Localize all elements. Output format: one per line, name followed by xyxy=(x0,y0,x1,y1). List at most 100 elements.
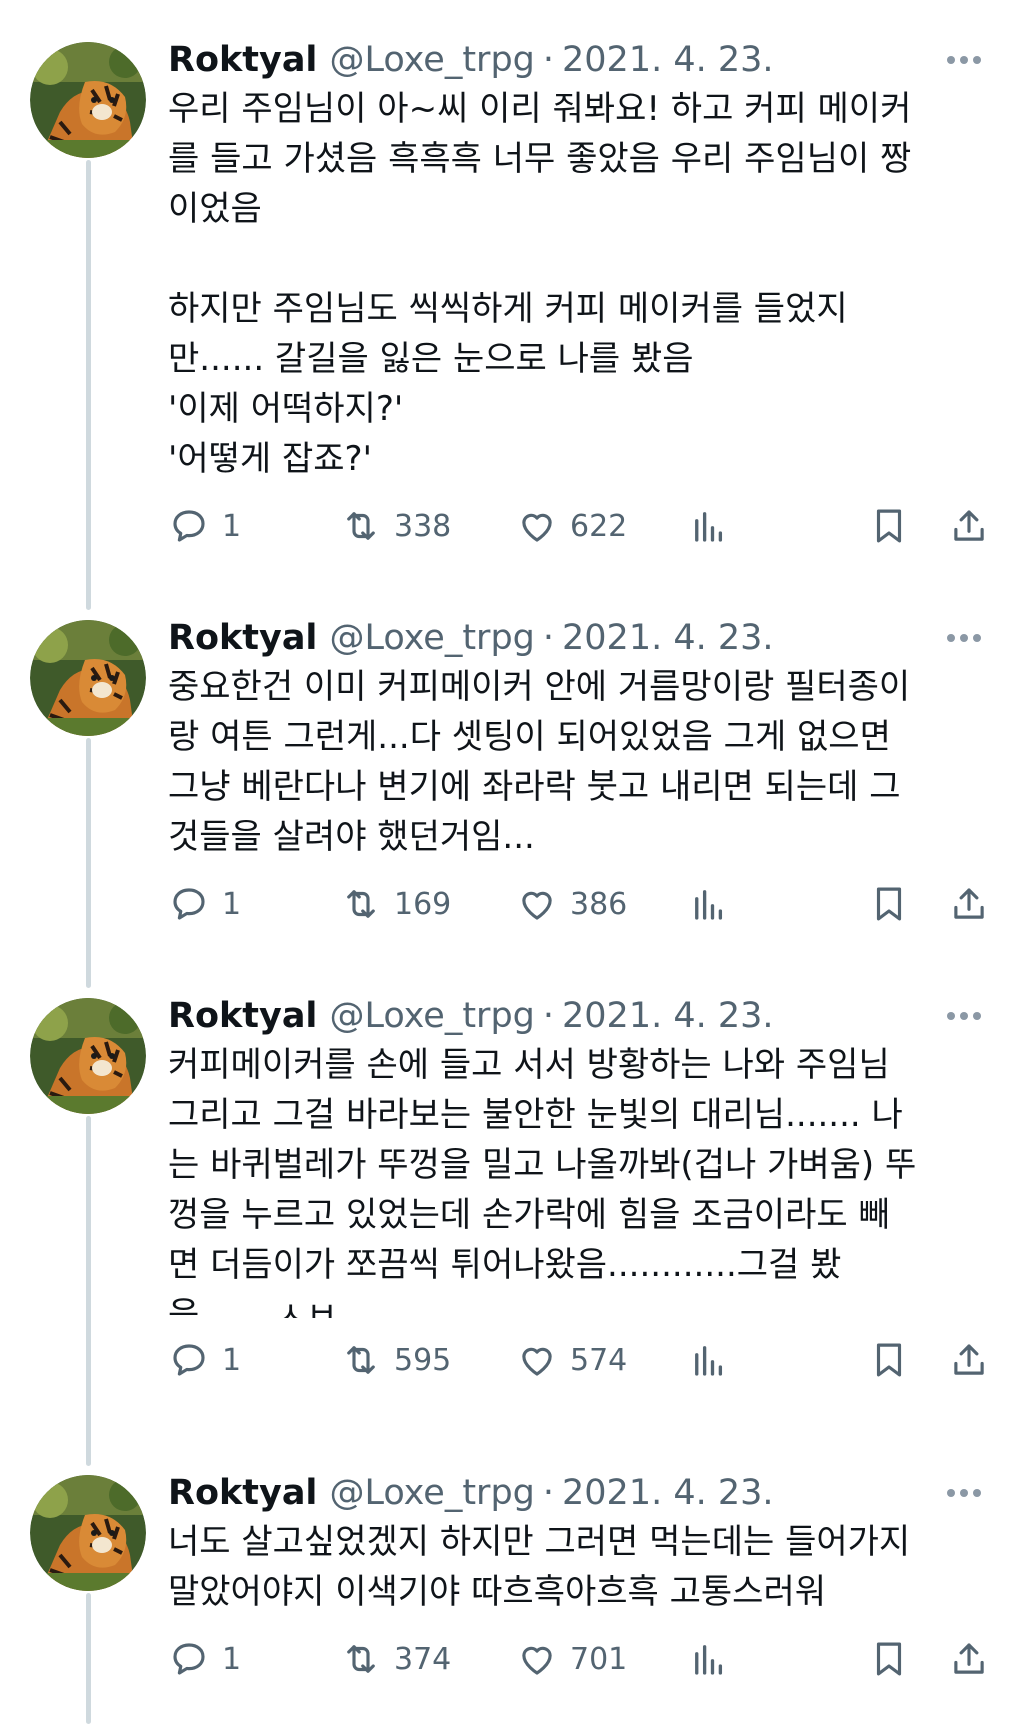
separator-dot: · xyxy=(542,618,555,658)
bookmark-button[interactable] xyxy=(868,498,910,554)
views-icon xyxy=(695,1645,723,1675)
author-name[interactable]: Roktyal xyxy=(168,36,317,84)
bookmark-icon xyxy=(876,1343,902,1377)
retweet-count: 374 xyxy=(394,1641,452,1677)
like-button[interactable]: 574 xyxy=(516,1332,627,1388)
tweet-text: 커피메이커를 손에 들고 서서 방황하는 나와 주임님 그리고 그걸 바라보는 … xyxy=(168,1040,988,1318)
reply-icon xyxy=(173,510,205,542)
avatar[interactable] xyxy=(30,42,146,158)
separator-dot: · xyxy=(542,996,555,1036)
reply-icon xyxy=(173,1643,205,1675)
retweet-count: 169 xyxy=(394,886,452,922)
tweet-date[interactable]: 2021. 4. 23. xyxy=(562,992,774,1040)
tweet-actions: 1 338 622 xyxy=(168,498,988,554)
thread-connector-line xyxy=(86,1116,91,1466)
share-icon xyxy=(954,888,984,919)
tweet-text: 중요한건 이미 커피메이커 안에 거름망이랑 필터종이 랑 여튼 그런게...다… xyxy=(168,667,911,857)
tweet-header: Roktyal @Loxe_trpg · 2021. 4. 23. xyxy=(168,36,988,84)
bookmark-button[interactable] xyxy=(868,1332,910,1388)
tweet-date[interactable]: 2021. 4. 23. xyxy=(562,1469,774,1517)
author-handle[interactable]: @Loxe_trpg xyxy=(329,1469,534,1517)
retweet-icon xyxy=(347,1346,375,1374)
views-button[interactable] xyxy=(688,1631,730,1687)
reply-button[interactable]: 1 xyxy=(168,1631,241,1687)
share-button[interactable] xyxy=(948,498,990,554)
like-count: 701 xyxy=(570,1641,628,1677)
views-button[interactable] xyxy=(688,498,730,554)
tweet-text-visible: 커피메이커를 손에 들고 서서 방황하는 나와 주임님 그리고 그걸 바라보는 … xyxy=(168,1045,917,1285)
views-button[interactable] xyxy=(688,1332,730,1388)
heart-icon xyxy=(522,1347,552,1376)
tweet-header: Roktyal @Loxe_trpg · 2021. 4. 23. xyxy=(168,992,988,1040)
avatar[interactable] xyxy=(30,620,146,736)
thread-connector-line xyxy=(86,1593,91,1724)
tweet-text: 너도 살고싶었겠지 하지만 그러면 먹는데는 들어가지 말았어야지 이색기야 따… xyxy=(168,1522,911,1612)
tweet-text: 우리 주임님이 아~씨 이리 줘봐요! 하고 커피 메이커 를 들고 가셨음 흑… xyxy=(168,89,912,479)
avatar[interactable] xyxy=(30,998,146,1114)
like-button[interactable]: 386 xyxy=(516,876,627,932)
like-count: 574 xyxy=(570,1342,628,1378)
like-button[interactable]: 701 xyxy=(516,1631,627,1687)
tweet-actions: 1 595 574 xyxy=(168,1332,988,1388)
tweet-thread: Roktyal @Loxe_trpg · 2021. 4. 23. 우리 주임님… xyxy=(0,0,1024,1724)
heart-icon xyxy=(522,1646,552,1675)
bookmark-icon xyxy=(876,1642,902,1676)
tweet-date[interactable]: 2021. 4. 23. xyxy=(562,614,774,662)
share-button[interactable] xyxy=(948,1332,990,1388)
share-icon xyxy=(954,1643,984,1674)
tweet-header: Roktyal @Loxe_trpg · 2021. 4. 23. xyxy=(168,1469,988,1517)
retweet-button[interactable]: 169 xyxy=(340,876,451,932)
retweet-button[interactable]: 338 xyxy=(340,498,451,554)
tweet-date[interactable]: 2021. 4. 23. xyxy=(562,36,774,84)
reply-count: 1 xyxy=(222,1342,242,1378)
share-icon xyxy=(954,1344,984,1375)
share-icon xyxy=(954,510,984,541)
heart-icon xyxy=(522,513,552,542)
bookmark-icon xyxy=(876,509,902,543)
author-handle[interactable]: @Loxe_trpg xyxy=(329,614,534,662)
reply-count: 1 xyxy=(222,508,242,544)
more-dots-icon[interactable] xyxy=(944,1002,984,1030)
reply-icon xyxy=(173,1344,205,1376)
retweet-count: 595 xyxy=(394,1342,452,1378)
reply-count: 1 xyxy=(222,886,242,922)
bookmark-button[interactable] xyxy=(868,1631,910,1687)
separator-dot: · xyxy=(542,1473,555,1513)
tweet-actions: 1 374 701 xyxy=(168,1631,988,1687)
author-name[interactable]: Roktyal xyxy=(168,992,317,1040)
author-handle[interactable]: @Loxe_trpg xyxy=(329,36,534,84)
views-icon xyxy=(695,1346,723,1376)
thread-connector-line xyxy=(86,738,91,988)
views-button[interactable] xyxy=(688,876,730,932)
author-name[interactable]: Roktyal xyxy=(168,614,317,662)
author-name[interactable]: Roktyal xyxy=(168,1469,317,1517)
thread-connector-line xyxy=(86,160,91,610)
retweet-icon xyxy=(347,890,375,918)
author-handle[interactable]: @Loxe_trpg xyxy=(329,992,534,1040)
retweet-button[interactable]: 595 xyxy=(340,1332,451,1388)
bookmark-button[interactable] xyxy=(868,876,910,932)
reply-button[interactable]: 1 xyxy=(168,498,241,554)
like-button[interactable]: 622 xyxy=(516,498,627,554)
retweet-icon xyxy=(347,512,375,540)
more-dots-icon[interactable] xyxy=(944,624,984,652)
share-button[interactable] xyxy=(948,1631,990,1687)
more-dots-icon[interactable] xyxy=(944,46,984,74)
retweet-button[interactable]: 374 xyxy=(340,1631,451,1687)
share-button[interactable] xyxy=(948,876,990,932)
retweet-icon xyxy=(347,1645,375,1673)
tweet-header: Roktyal @Loxe_trpg · 2021. 4. 23. xyxy=(168,614,988,662)
like-count: 622 xyxy=(570,508,628,544)
heart-icon xyxy=(522,891,552,920)
views-icon xyxy=(695,512,723,542)
bookmark-icon xyxy=(876,887,902,921)
reply-button[interactable]: 1 xyxy=(168,876,241,932)
separator-dot: · xyxy=(542,40,555,80)
avatar[interactable] xyxy=(30,1475,146,1591)
tweet-actions: 1 169 386 xyxy=(168,876,988,932)
reply-icon xyxy=(173,888,205,920)
views-icon xyxy=(695,890,723,920)
more-dots-icon[interactable] xyxy=(944,1479,984,1507)
reply-button[interactable]: 1 xyxy=(168,1332,241,1388)
retweet-count: 338 xyxy=(394,508,452,544)
